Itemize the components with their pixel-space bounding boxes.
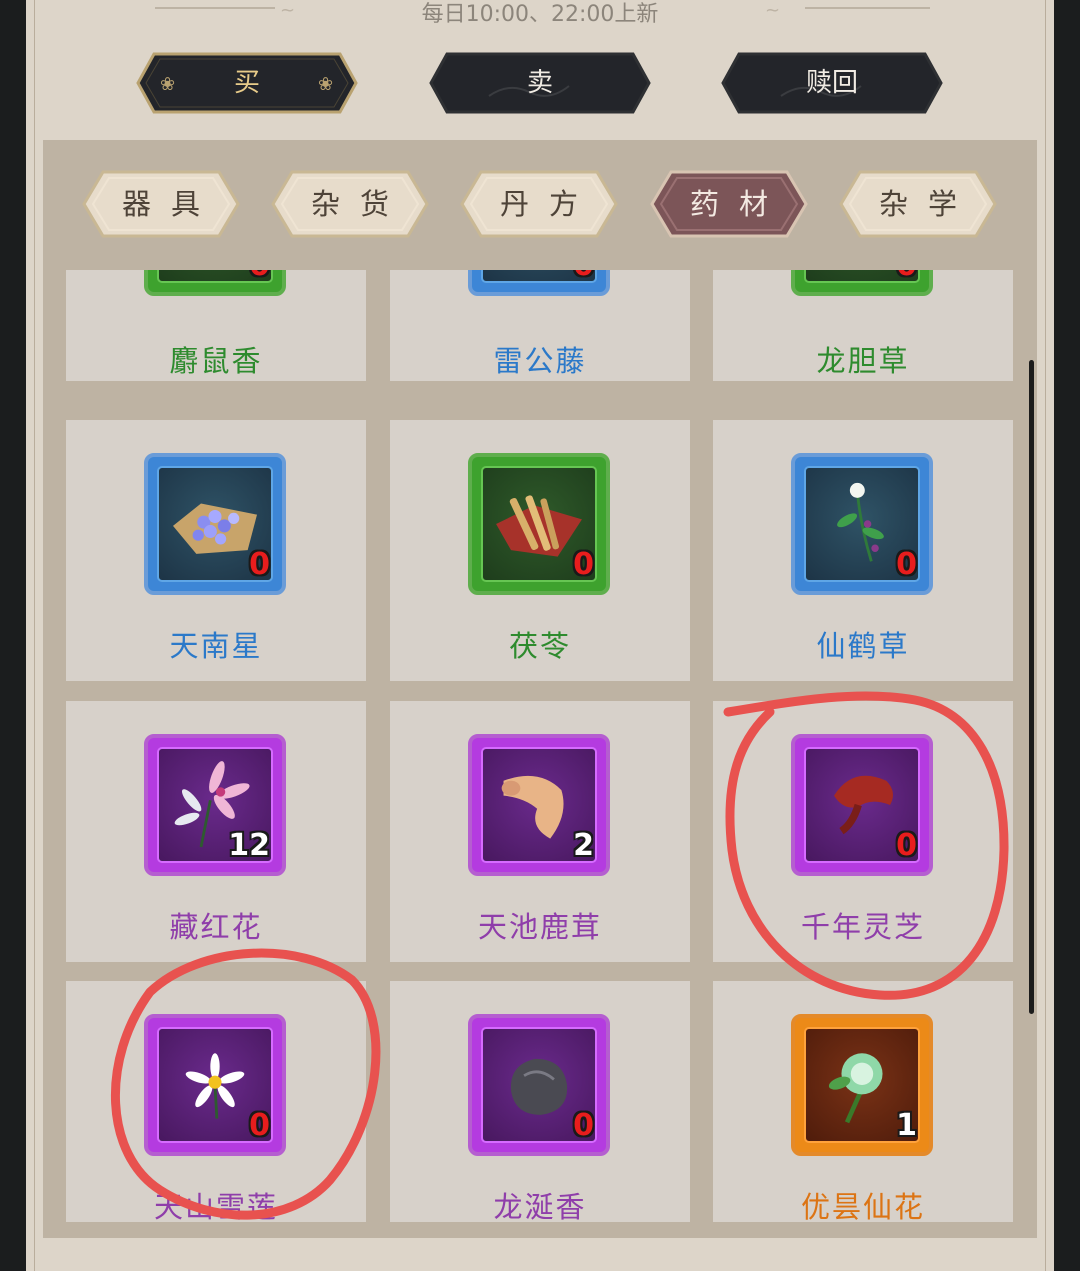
swirl-ornament-right: ~: [765, 0, 781, 21]
item-cell[interactable]: 12 藏红花: [66, 701, 366, 962]
item-icon-frame: 0: [468, 1014, 610, 1156]
buy-tab[interactable]: ❀ ❀ 买: [136, 52, 358, 114]
item-icon-frame: 0: [468, 270, 610, 296]
item-cell[interactable]: 0 天山雪莲: [66, 981, 366, 1222]
grid-scrollbar[interactable]: [1029, 360, 1034, 1014]
item-icon-frame: 1: [791, 1014, 933, 1156]
item-quantity: 12: [228, 828, 270, 863]
item-name: 龙涎香: [493, 1190, 587, 1222]
item-cell[interactable]: 0 龙胆草: [713, 270, 1013, 381]
item-icon-frame: 0: [468, 453, 610, 595]
item-quantity: 1: [896, 1108, 917, 1143]
tab-goods[interactable]: 杂货: [270, 169, 430, 239]
item-cell[interactable]: 0 龙涎香: [390, 981, 690, 1222]
item-icon-frame: 2: [468, 734, 610, 876]
divider-right: [805, 7, 930, 9]
item-grid[interactable]: 0 麝鼠香 0 雷公藤 0 龙胆草: [66, 270, 1014, 1222]
swirl-ornament-left: ~: [280, 0, 296, 21]
item-icon-frame: 12: [144, 734, 286, 876]
item-name: 麝鼠香: [169, 344, 263, 378]
item-quantity: 2: [573, 828, 594, 863]
divider-left: [155, 7, 275, 9]
item-quantity: 0: [249, 270, 270, 283]
item-cell[interactable]: 0 天南星: [66, 420, 366, 681]
refresh-note: 每日10:00、22:00上新: [421, 2, 659, 27]
item-quantity: 0: [896, 547, 917, 582]
item-quantity: 0: [573, 1108, 594, 1143]
item-name: 雷公藤: [493, 344, 587, 378]
tab-recipes[interactable]: 丹方: [459, 169, 619, 239]
item-cell[interactable]: 0 茯苓: [390, 420, 690, 681]
item-cell[interactable]: 1 优昙仙花: [713, 981, 1013, 1222]
tab-tools[interactable]: 器具: [81, 169, 241, 239]
item-cell[interactable]: 0 雷公藤: [390, 270, 690, 381]
item-icon-frame: 0: [791, 453, 933, 595]
item-icon-frame: 0: [791, 270, 933, 296]
item-quantity: 0: [249, 1108, 270, 1143]
item-name: 藏红花: [169, 910, 263, 944]
item-quantity: 0: [249, 547, 270, 582]
item-cell[interactable]: 2 天池鹿茸: [390, 701, 690, 962]
item-name: 优昙仙花: [800, 1190, 925, 1222]
item-name: 天南星: [169, 629, 263, 663]
item-name: 天山雪莲: [153, 1190, 278, 1222]
item-name: 茯苓: [508, 629, 571, 663]
item-icon-frame: 0: [791, 734, 933, 876]
tab-misc-studies[interactable]: 杂学: [838, 169, 998, 239]
item-icon-frame: 0: [144, 1014, 286, 1156]
item-cell[interactable]: 0 千年灵芝: [713, 701, 1013, 962]
item-quantity: 0: [896, 270, 917, 283]
item-name: 千年灵芝: [800, 910, 925, 944]
item-cell[interactable]: 0 仙鹤草: [713, 420, 1013, 681]
item-quantity: 0: [896, 828, 917, 863]
item-quantity: 0: [573, 270, 594, 283]
sell-tab[interactable]: 卖: [429, 52, 651, 114]
item-cell[interactable]: 0 麝鼠香: [66, 270, 366, 381]
item-name: 龙胆草: [816, 344, 910, 378]
item-name: 天池鹿茸: [477, 910, 602, 944]
item-icon-frame: 0: [144, 453, 286, 595]
redeem-tab[interactable]: 赎回: [721, 52, 943, 114]
item-icon-frame: 0: [144, 270, 286, 296]
tab-herbs[interactable]: 药材: [649, 169, 809, 239]
item-quantity: 0: [573, 547, 594, 582]
item-name: 仙鹤草: [816, 629, 910, 663]
